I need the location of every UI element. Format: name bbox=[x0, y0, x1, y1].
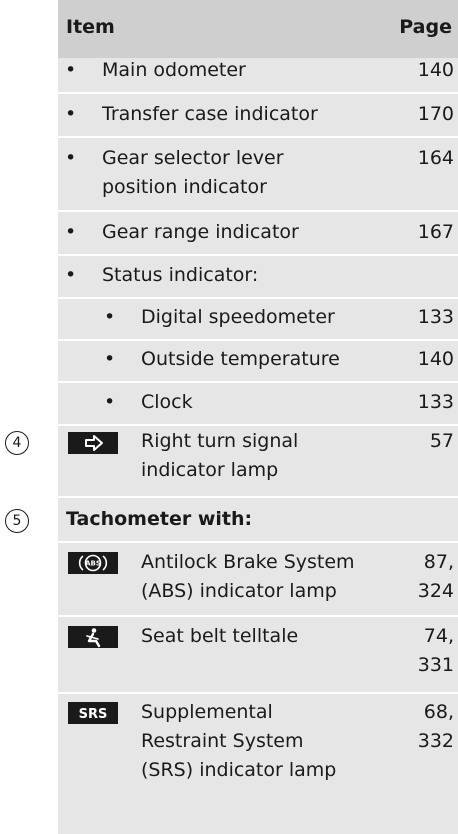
row-separator bbox=[58, 381, 458, 383]
right-turn-arrow-icon bbox=[68, 432, 118, 454]
row-page: 170 bbox=[417, 103, 454, 125]
row-label-line2: position indicator bbox=[102, 176, 267, 198]
row-page: 133 bbox=[417, 306, 454, 328]
row-label-line1: Antilock Brake System bbox=[141, 551, 355, 573]
row-label-line2: Restraint System bbox=[141, 730, 304, 752]
row-label: Clock bbox=[141, 391, 193, 413]
row-separator bbox=[58, 254, 458, 256]
section-label: Tachometer with: bbox=[66, 508, 253, 530]
row-separator bbox=[58, 541, 458, 543]
row-label-line2: indicator lamp bbox=[141, 459, 279, 481]
row-separator bbox=[58, 210, 458, 212]
row-label: Status indicator: bbox=[102, 264, 259, 286]
srs-icon-text: SRS bbox=[79, 707, 108, 722]
callout-number-5: 5 bbox=[5, 509, 29, 533]
row-page: 140 bbox=[417, 59, 454, 81]
row-page: 57 bbox=[429, 430, 454, 452]
row-label: Digital speedometer bbox=[141, 306, 335, 328]
row-separator bbox=[58, 92, 458, 94]
row-label-line3: (SRS) indicator lamp bbox=[141, 759, 337, 781]
header-page: Page bbox=[399, 16, 452, 38]
callout-number-4: 4 bbox=[5, 431, 29, 455]
row-page: 133 bbox=[417, 391, 454, 413]
header-item: Item bbox=[66, 16, 115, 38]
row-page: 167 bbox=[417, 221, 454, 243]
row-separator bbox=[58, 615, 458, 617]
sub-bullet: • bbox=[104, 348, 116, 370]
sub-bullet: • bbox=[104, 306, 116, 328]
row-separator bbox=[58, 136, 458, 138]
row-page-line2: 332 bbox=[417, 730, 454, 752]
row-page-line1: 68, bbox=[423, 701, 454, 723]
row-label: Transfer case indicator bbox=[102, 103, 318, 125]
row-page-line1: 74, bbox=[423, 625, 454, 647]
row-separator bbox=[58, 424, 458, 426]
row-label-line1: Gear selector lever bbox=[102, 147, 284, 169]
left-margin bbox=[0, 0, 58, 834]
abs-icon-text: ABS bbox=[85, 560, 101, 568]
row-separator bbox=[58, 496, 458, 498]
row-page: 140 bbox=[417, 348, 454, 370]
row-page-line2: 331 bbox=[417, 654, 454, 676]
srs-icon: SRS bbox=[68, 702, 118, 724]
row-label-line1: Right turn signal bbox=[141, 430, 299, 452]
row-label-line2: (ABS) indicator lamp bbox=[141, 580, 337, 602]
row-label: Main odometer bbox=[102, 59, 246, 81]
row-separator bbox=[58, 297, 458, 299]
row-label: Outside temperature bbox=[141, 348, 340, 370]
bullet: • bbox=[65, 264, 77, 286]
seatbelt-person-icon bbox=[68, 626, 118, 648]
abs-icon: ABS bbox=[68, 552, 118, 574]
sub-bullet: • bbox=[104, 391, 116, 413]
row-page-line2: 324 bbox=[417, 580, 454, 602]
bullet: • bbox=[65, 221, 77, 243]
row-label-line1: Supplemental bbox=[141, 701, 273, 723]
bullet: • bbox=[65, 59, 77, 81]
row-label: Gear range indicator bbox=[102, 221, 299, 243]
bullet: • bbox=[65, 147, 77, 169]
row-label: Seat belt telltale bbox=[141, 625, 299, 647]
row-separator bbox=[58, 339, 458, 341]
bullet: • bbox=[65, 103, 77, 125]
table-header bbox=[58, 0, 458, 58]
row-separator bbox=[58, 692, 458, 694]
row-page-line1: 87, bbox=[423, 551, 454, 573]
row-page: 164 bbox=[417, 147, 454, 169]
